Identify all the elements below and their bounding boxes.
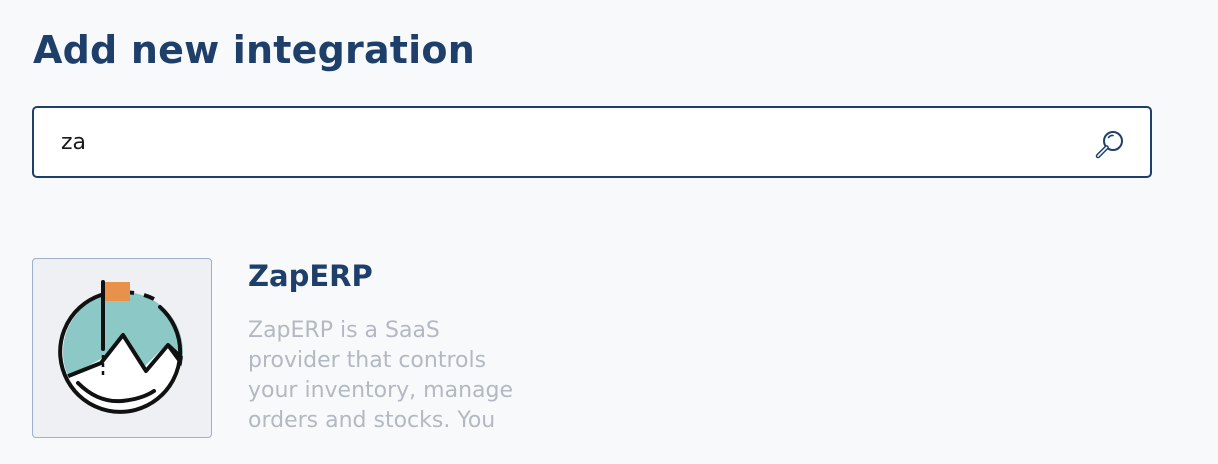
search-box[interactable] — [32, 106, 1152, 178]
integration-name[interactable]: ZapERP — [248, 258, 373, 294]
integration-result-card[interactable]: ZapERP ZapERP is a SaaS provider that co… — [32, 258, 732, 438]
page-title: Add new integration — [33, 28, 475, 72]
zaperp-logo-tile — [32, 258, 212, 438]
integration-description: ZapERP is a SaaS provider that controls … — [248, 318, 513, 433]
search-icon[interactable] — [1094, 128, 1126, 160]
mountain-flag-logo-icon — [58, 280, 183, 414]
search-input[interactable] — [34, 108, 1074, 176]
